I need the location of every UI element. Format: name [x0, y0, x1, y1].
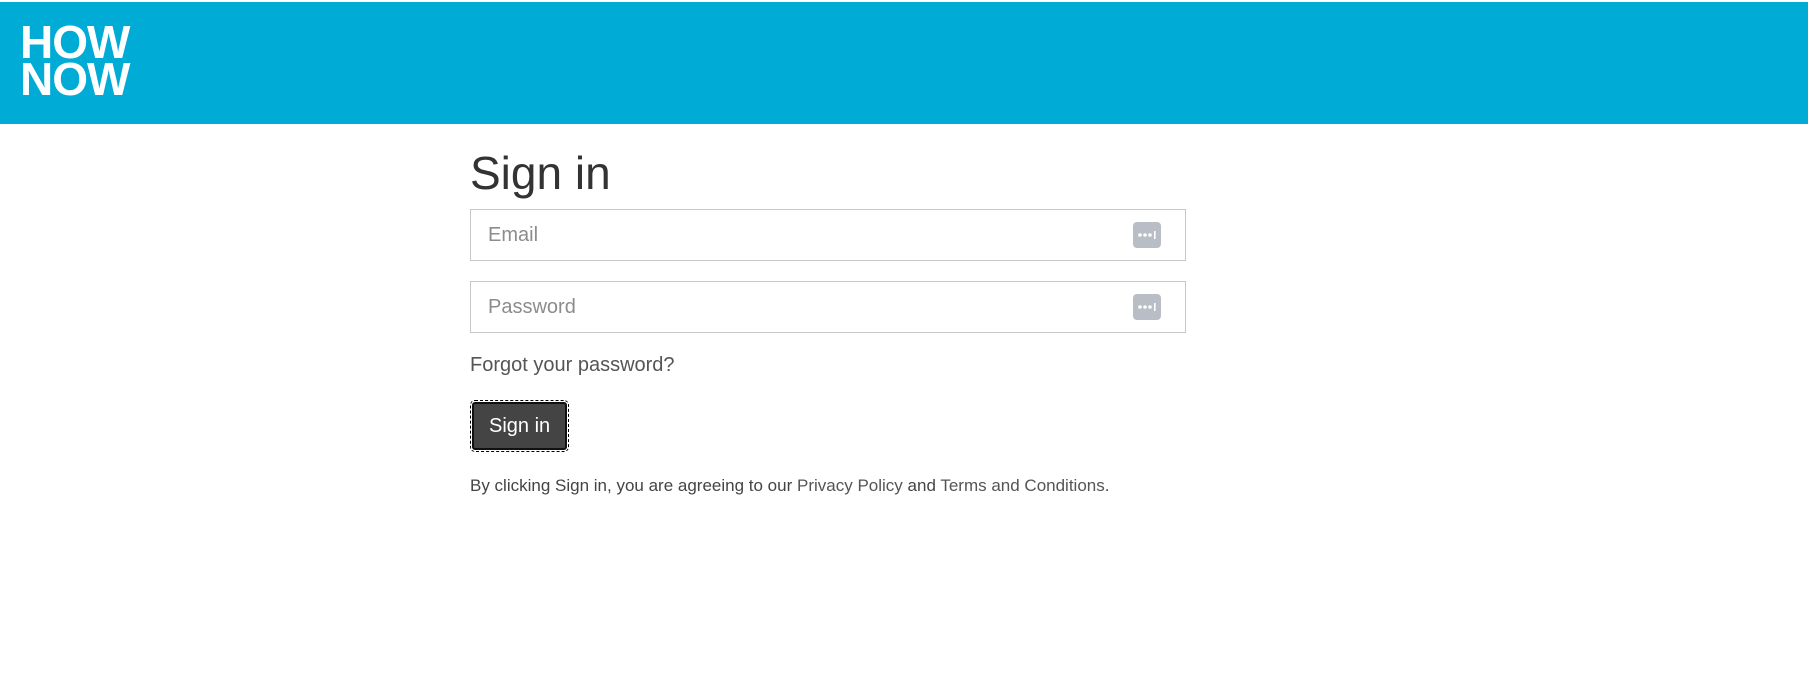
legal-suffix: . — [1104, 476, 1110, 495]
legal-prefix: By clicking Sign in, you are agreeing to… — [470, 476, 793, 495]
privacy-policy-link[interactable]: Privacy Policy — [797, 476, 903, 495]
email-input[interactable] — [471, 210, 1088, 260]
password-manager-icon[interactable] — [1133, 222, 1161, 248]
password-manager-icon[interactable] — [1133, 294, 1161, 320]
forgot-password-link[interactable]: Forgot your password? — [470, 354, 675, 377]
dots-icon — [1138, 303, 1156, 311]
terms-link[interactable]: Terms and Conditions — [940, 476, 1104, 495]
logo-line-2: NOW — [20, 53, 130, 105]
header-bar: HOW NOW — [0, 2, 1808, 124]
legal-notice: By clicking Sign in, you are agreeing to… — [470, 476, 1109, 496]
password-input[interactable] — [471, 282, 1088, 332]
password-field — [470, 281, 1186, 333]
hownow-logo[interactable]: HOW NOW — [20, 19, 140, 105]
email-field — [470, 209, 1186, 261]
dots-icon — [1138, 231, 1156, 239]
legal-conjunction: and — [907, 476, 936, 495]
page-title: Sign in — [470, 147, 611, 199]
sign-in-button[interactable]: Sign in — [469, 400, 570, 452]
